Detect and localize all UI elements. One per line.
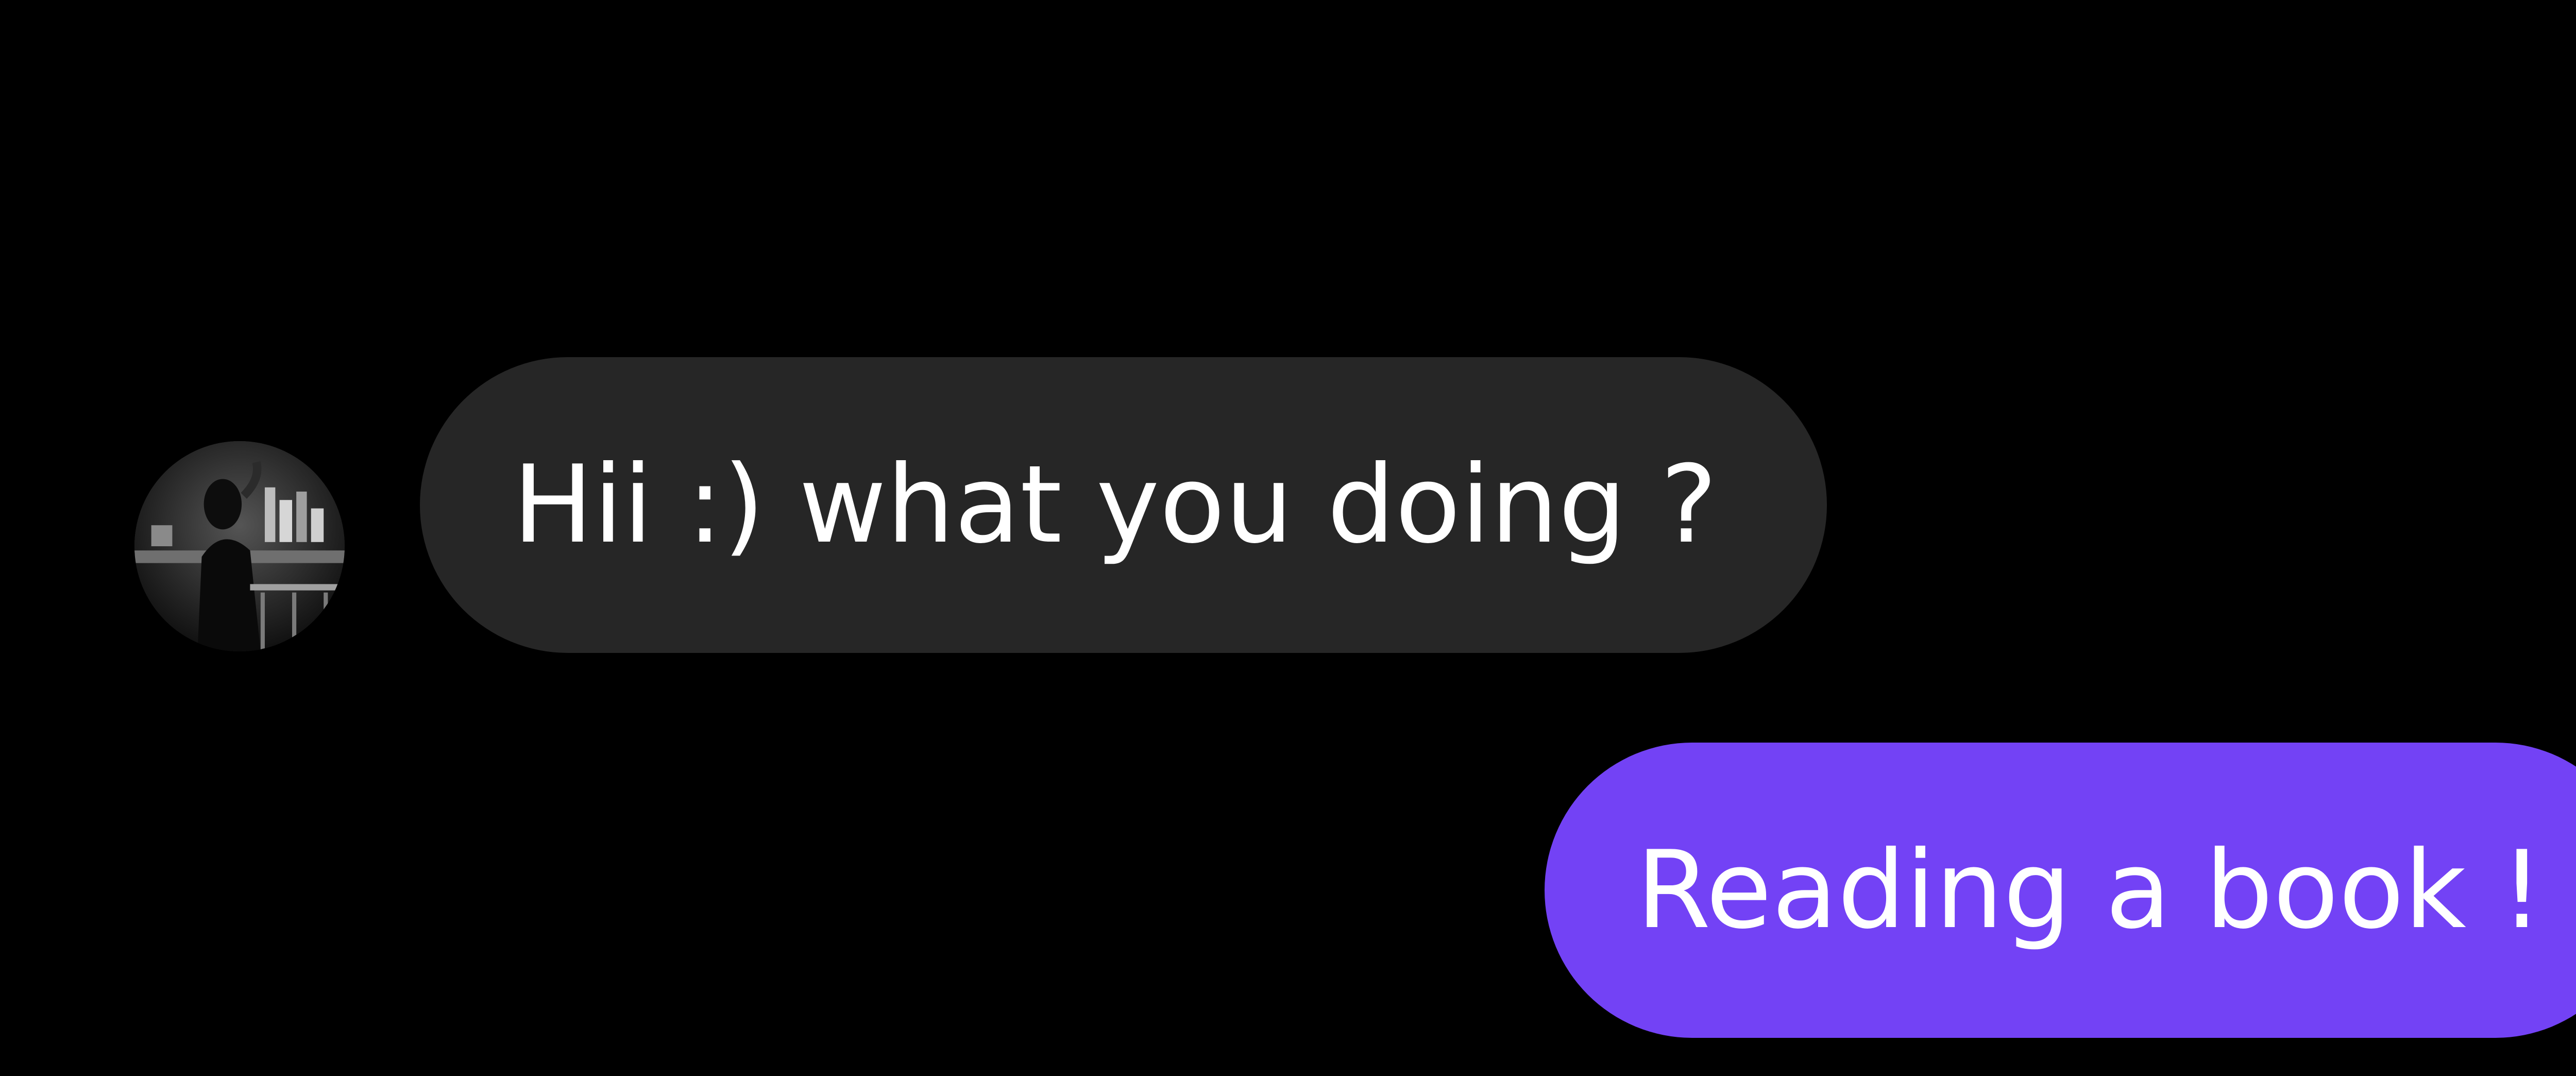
outgoing-message-bubble[interactable]: Reading a book ! [1545,743,2576,1038]
chat-thread: Hii :) what you doing ? Reading a book ! [0,0,2576,1076]
incoming-message-bubble[interactable]: Hii :) what you doing ? [420,357,1827,653]
contact-avatar[interactable] [134,441,345,651]
profile-photo-icon [134,441,345,651]
incoming-message-text: Hii :) what you doing ? [513,443,1718,567]
outgoing-message-text: Reading a book ! [1636,828,2544,953]
